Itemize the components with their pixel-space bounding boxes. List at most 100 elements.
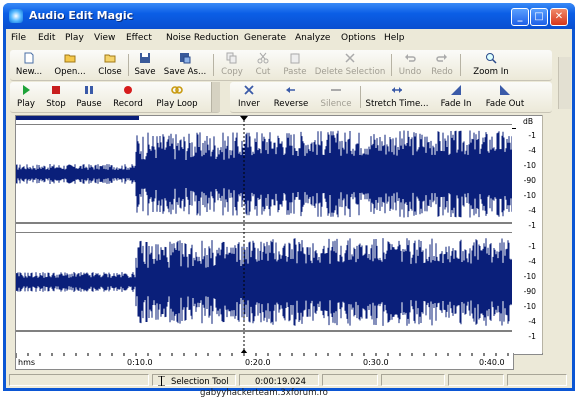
play-icon bbox=[23, 85, 30, 95]
stretch-time-icon bbox=[392, 87, 402, 93]
fade-in-icon bbox=[451, 85, 461, 95]
invert-button[interactable]: Inver bbox=[234, 84, 264, 112]
record-button[interactable]: Record bbox=[110, 84, 146, 112]
status-time-text: 0:00:19.024 bbox=[255, 376, 306, 386]
undo-icon bbox=[405, 54, 416, 62]
loop-icon bbox=[171, 86, 183, 94]
db-label: -1 bbox=[528, 332, 536, 341]
menu-file[interactable]: File bbox=[11, 33, 26, 43]
app-icon bbox=[9, 9, 23, 23]
side-panel bbox=[542, 115, 567, 353]
play-loop-button[interactable]: Play Loop bbox=[152, 84, 202, 112]
toolbar-overflow-grip[interactable] bbox=[211, 82, 220, 112]
pause-button[interactable]: Pause bbox=[74, 84, 104, 112]
magnifier-icon bbox=[486, 53, 497, 64]
status-panel-empty bbox=[448, 374, 504, 386]
selection-tool-icon bbox=[158, 376, 165, 386]
pause-icon bbox=[85, 86, 93, 94]
db-label: -90 bbox=[523, 176, 536, 185]
new-button[interactable]: New... bbox=[14, 52, 44, 80]
zoom-in-button[interactable]: Zoom In bbox=[466, 52, 516, 80]
db-label: -90 bbox=[523, 287, 536, 296]
timeline-label: 0:30.0 bbox=[363, 358, 389, 367]
paste-icon bbox=[290, 53, 300, 64]
status-panel-empty bbox=[322, 374, 378, 386]
stretch-time-button[interactable]: Stretch Time... bbox=[364, 84, 430, 112]
paste-button[interactable]: Paste bbox=[280, 52, 310, 80]
menu-options[interactable]: Options bbox=[341, 33, 376, 43]
watermark-text: gabyyhackerteam.3xforum.ro bbox=[200, 388, 328, 398]
file-edit-toolbar: New... Open... Close Save Save As... Cop… bbox=[10, 50, 552, 81]
menu-effect[interactable]: Effect bbox=[126, 33, 152, 43]
menu-play[interactable]: Play bbox=[65, 33, 84, 43]
save-button[interactable]: Save bbox=[132, 52, 158, 80]
client-area: File Edit Play View Effect Noise Reducti… bbox=[6, 29, 572, 388]
app-window: Audio Edit Magic _ □ ✕ File Edit Play Vi… bbox=[3, 3, 575, 391]
menu-help[interactable]: Help bbox=[384, 33, 405, 43]
db-label: -4 bbox=[528, 146, 536, 155]
save-as-icon bbox=[180, 53, 191, 64]
close-file-button[interactable]: Close bbox=[96, 52, 124, 80]
play-button[interactable]: Play bbox=[14, 84, 38, 112]
timeline-ruler[interactable]: hms 0:10.0 0:20.0 0:30.0 0:40.0 bbox=[15, 353, 514, 370]
db-label: -1 bbox=[528, 131, 536, 140]
effects-toolbar: Inver Reverse Silence Stretch Time... Fa… bbox=[230, 82, 552, 113]
silence-icon bbox=[331, 89, 341, 91]
folder-open-icon bbox=[64, 54, 76, 63]
silence-button[interactable]: Silence bbox=[318, 84, 354, 112]
db-label: -10 bbox=[523, 191, 536, 200]
open-button[interactable]: Open... bbox=[52, 52, 88, 80]
db-label: -10 bbox=[523, 302, 536, 311]
record-icon bbox=[124, 86, 132, 94]
status-panel-empty bbox=[507, 374, 567, 386]
undo-button[interactable]: Undo bbox=[396, 52, 424, 80]
reverse-button[interactable]: Reverse bbox=[270, 84, 312, 112]
timeline-label: 0:10.0 bbox=[127, 358, 153, 367]
toolbar-separator bbox=[360, 86, 361, 108]
toolbar-scroll[interactable] bbox=[558, 57, 571, 109]
delete-icon bbox=[345, 53, 355, 63]
db-label: -10 bbox=[523, 272, 536, 281]
menu-generate[interactable]: Generate bbox=[244, 33, 286, 43]
status-panel-empty bbox=[9, 374, 149, 386]
new-file-icon bbox=[24, 52, 34, 64]
floppy-disk-icon bbox=[140, 53, 150, 63]
db-scale-ticks bbox=[512, 116, 542, 354]
db-label: -10 bbox=[523, 161, 536, 170]
save-as-button[interactable]: Save As... bbox=[162, 52, 208, 80]
close-window-button[interactable]: ✕ bbox=[550, 8, 568, 26]
db-label: -4 bbox=[528, 257, 536, 266]
stop-button[interactable]: Stop bbox=[44, 84, 68, 112]
toolbar-separator bbox=[391, 54, 392, 76]
fade-out-button[interactable]: Fade Out bbox=[482, 84, 528, 112]
status-time-panel: 0:00:19.024 bbox=[239, 374, 319, 386]
status-tool-text: Selection Tool bbox=[171, 376, 229, 386]
menu-analyze[interactable]: Analyze bbox=[295, 33, 330, 43]
cut-button[interactable]: Cut bbox=[250, 52, 276, 80]
maximize-button[interactable]: □ bbox=[530, 8, 548, 26]
playhead-cursor[interactable] bbox=[16, 116, 513, 354]
redo-button[interactable]: Redo bbox=[428, 52, 456, 80]
waveform-view[interactable] bbox=[15, 115, 514, 355]
scissors-icon bbox=[257, 52, 269, 64]
copy-button[interactable]: Copy bbox=[218, 52, 246, 80]
fade-in-button[interactable]: Fade In bbox=[436, 84, 476, 112]
status-bar: Selection Tool 0:00:19.024 bbox=[6, 372, 572, 388]
db-label: -4 bbox=[528, 317, 536, 326]
db-label: -1 bbox=[528, 221, 536, 230]
timeline-label: 0:40.0 bbox=[479, 358, 505, 367]
delete-selection-button[interactable]: Delete Selection bbox=[314, 52, 386, 80]
invert-icon bbox=[244, 85, 254, 95]
fade-out-icon bbox=[500, 85, 510, 95]
reverse-icon bbox=[286, 87, 295, 93]
menu-noise-reduction[interactable]: Noise Reduction bbox=[166, 33, 239, 43]
timeline-label: 0:20.0 bbox=[245, 358, 271, 367]
timeline-unit: hms bbox=[18, 358, 36, 367]
folder-close-icon bbox=[104, 54, 116, 63]
menu-edit[interactable]: Edit bbox=[38, 33, 55, 43]
menu-view[interactable]: View bbox=[94, 33, 115, 43]
title-bar[interactable]: Audio Edit Magic _ □ ✕ bbox=[3, 3, 575, 29]
db-label: -1 bbox=[528, 242, 536, 251]
toolbar-separator bbox=[213, 54, 214, 76]
minimize-button[interactable]: _ bbox=[511, 8, 529, 26]
